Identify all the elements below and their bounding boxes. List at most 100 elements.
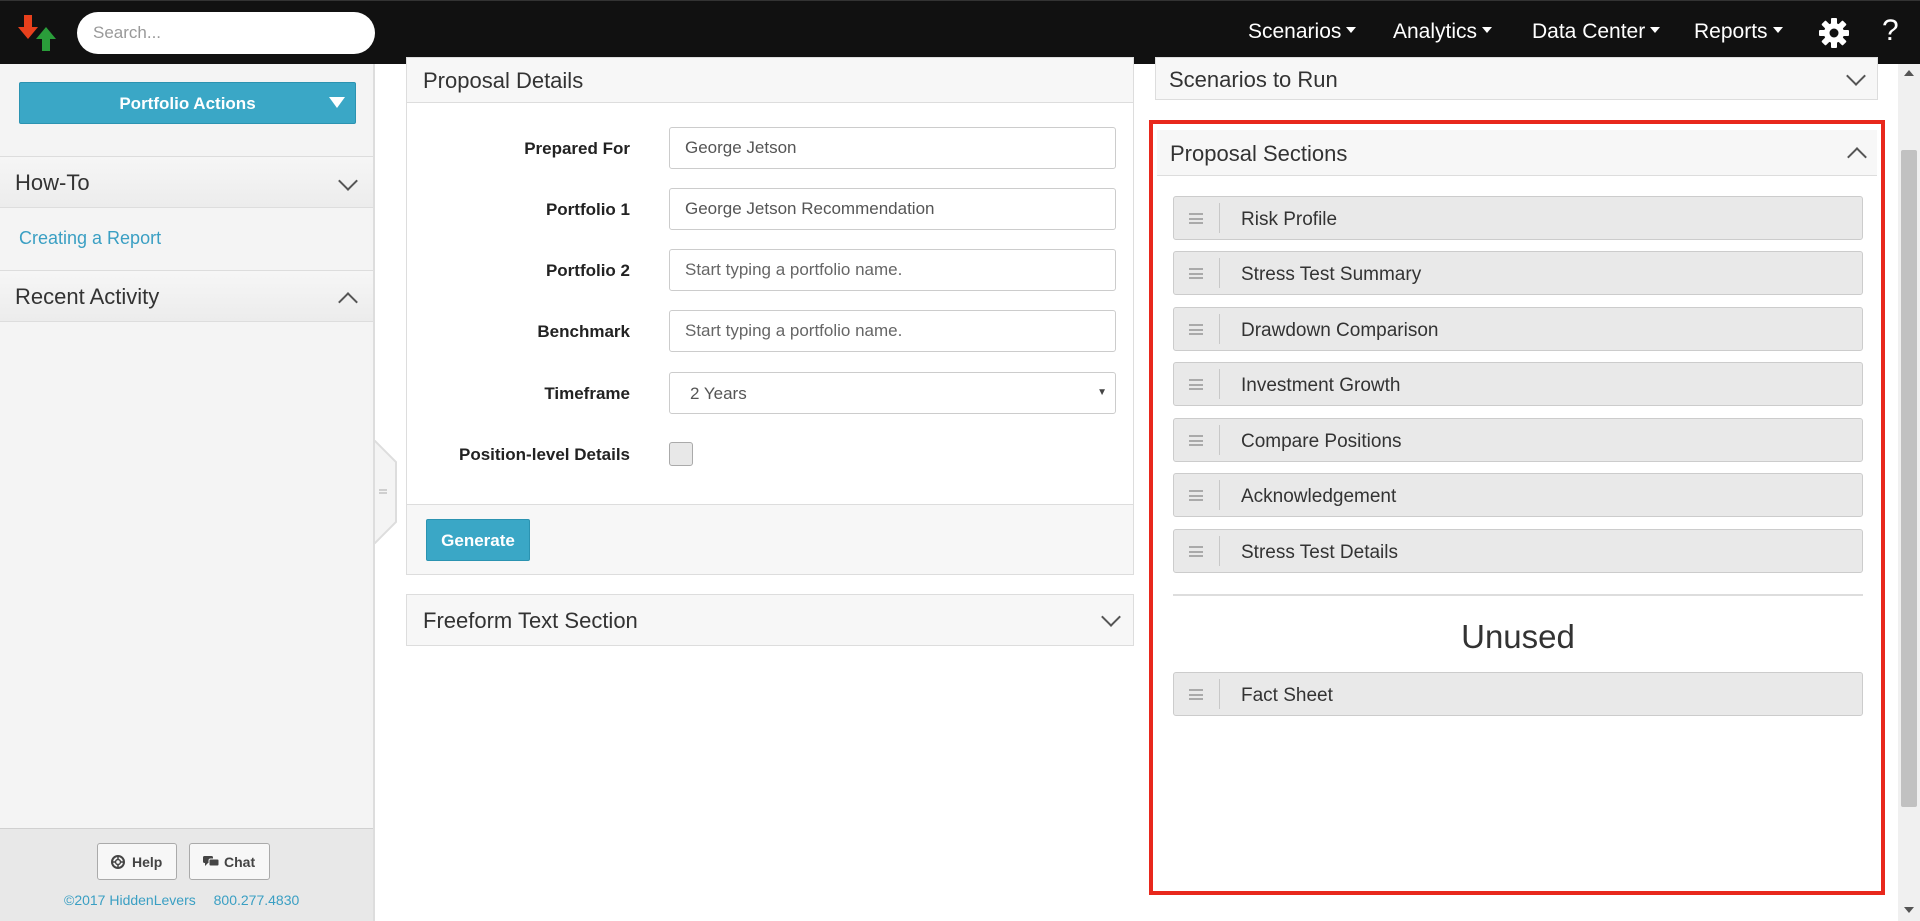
scenarios-to-run-header[interactable]: Scenarios to Run [1155, 57, 1878, 100]
chat-bubbles-icon [203, 856, 219, 867]
section-item-label: Stress Test Summary [1241, 264, 1422, 285]
portfolio-1-label: Portfolio 1 [545, 200, 630, 219]
page-scrollbar[interactable] [1898, 64, 1920, 921]
chat-button-label: Chat [224, 854, 256, 870]
position-level-details-checkbox[interactable] [669, 442, 693, 466]
drag-handle-icon[interactable] [1189, 689, 1203, 700]
creating-report-link[interactable]: Creating a Report [19, 228, 161, 249]
prepared-for-input[interactable] [669, 127, 1116, 169]
top-navbar: Scenarios Analytics Data Center Reports … [0, 0, 1920, 64]
dropdown-triangle-icon [329, 97, 345, 108]
scroll-down-arrow-icon[interactable] [1904, 907, 1914, 913]
timeframe-label: Timeframe [544, 384, 630, 403]
chevron-down-icon [338, 171, 358, 191]
drag-handle-icon[interactable] [1189, 435, 1203, 446]
drag-handle-icon[interactable] [1189, 379, 1203, 390]
howto-accordion-header[interactable]: How-To [0, 156, 373, 208]
scroll-up-arrow-icon[interactable] [1904, 70, 1914, 76]
freeform-title: Freeform Text Section [423, 608, 638, 633]
item-separator [1219, 203, 1220, 233]
howto-title: How-To [15, 170, 90, 195]
nav-reports[interactable]: Reports [1694, 20, 1783, 44]
item-separator [1219, 369, 1220, 399]
section-item-label: Acknowledgement [1241, 486, 1397, 507]
section-item-investment-growth[interactable]: Investment Growth [1173, 362, 1863, 406]
freeform-text-section-header[interactable]: Freeform Text Section [406, 594, 1134, 646]
section-item-acknowledgement[interactable]: Acknowledgement [1173, 473, 1863, 517]
timeframe-value: 2 Years [690, 384, 747, 403]
prepared-for-label: Prepared For [524, 139, 630, 158]
scrollbar-thumb[interactable] [1901, 150, 1917, 807]
section-item-fact-sheet[interactable]: Fact Sheet [1173, 672, 1863, 716]
gear-icon[interactable] [1818, 17, 1850, 49]
item-separator [1219, 679, 1220, 709]
generate-button[interactable]: Generate [426, 519, 530, 561]
item-separator [1219, 536, 1220, 566]
drag-handle-icon[interactable] [1189, 213, 1203, 224]
section-item-drawdown-comparison[interactable]: Drawdown Comparison [1173, 307, 1863, 351]
chevron-down-icon [1846, 66, 1866, 86]
caret-down-icon [1482, 27, 1493, 34]
section-item-stress-test-summary[interactable]: Stress Test Summary [1173, 251, 1863, 295]
proposal-details-title: Proposal Details [423, 68, 584, 93]
recent-activity-title: Recent Activity [15, 284, 160, 309]
generate-button-label: Generate [441, 531, 515, 550]
item-separator [1219, 425, 1220, 455]
question-icon[interactable]: ? [1882, 14, 1899, 48]
proposal-sections-header[interactable]: Proposal Sections [1157, 130, 1877, 176]
drag-handle-icon[interactable] [1189, 490, 1203, 501]
hiddenlevers-logo[interactable] [18, 13, 62, 53]
nav-analytics-label: Analytics [1393, 20, 1478, 43]
chevron-down-icon [1101, 607, 1121, 627]
help-button[interactable]: Help [97, 843, 177, 880]
help-button-label: Help [132, 854, 163, 870]
section-item-label: Fact Sheet [1241, 685, 1333, 706]
drag-handle-icon[interactable] [1189, 324, 1203, 335]
section-item-stress-test-details[interactable]: Stress Test Details [1173, 529, 1863, 573]
left-sidebar: Portfolio Actions How-To Creating a Repo… [0, 64, 375, 921]
nav-data-center-label: Data Center [1532, 20, 1646, 43]
position-level-details-label: Position-level Details [459, 445, 630, 464]
proposal-sections-panel: Proposal Sections Risk Profile Stress Te… [1149, 120, 1885, 895]
section-item-label: Investment Growth [1241, 375, 1401, 396]
proposal-details-header: Proposal Details [407, 58, 1133, 103]
nav-scenarios-label: Scenarios [1248, 20, 1342, 43]
chat-button[interactable]: Chat [189, 843, 270, 880]
section-item-label: Risk Profile [1241, 209, 1338, 230]
recent-activity-accordion-header[interactable]: Recent Activity [0, 270, 373, 322]
portfolio-actions-button[interactable]: Portfolio Actions [19, 82, 356, 124]
section-item-label: Compare Positions [1241, 431, 1402, 452]
benchmark-input[interactable] [669, 310, 1116, 352]
chevron-up-icon [338, 292, 358, 312]
copyright-line: ©2017 HiddenLevers 800.277.4830 [64, 892, 299, 908]
section-item-compare-positions[interactable]: Compare Positions [1173, 418, 1863, 462]
item-separator [1219, 480, 1220, 510]
caret-down-icon [1650, 27, 1661, 34]
portfolio-2-label: Portfolio 2 [545, 261, 630, 280]
caret-down-icon [1346, 27, 1357, 34]
portfolio-actions-label: Portfolio Actions [119, 94, 256, 113]
section-item-label: Drawdown Comparison [1241, 320, 1439, 341]
sidebar-collapse-handle[interactable] [374, 440, 398, 544]
nav-data-center[interactable]: Data Center [1532, 20, 1661, 44]
sidebar-footer: Help Chat ©2017 HiddenLevers 800.277.483… [0, 828, 373, 921]
portfolio-1-input[interactable] [669, 188, 1116, 230]
section-item-label: Stress Test Details [1241, 542, 1398, 563]
section-item-risk-profile[interactable]: Risk Profile [1173, 196, 1863, 240]
benchmark-label: Benchmark [537, 322, 630, 341]
search-input[interactable] [77, 12, 375, 54]
copyright-text: ©2017 HiddenLevers [64, 892, 196, 908]
nav-analytics[interactable]: Analytics [1393, 20, 1493, 44]
proposal-details-panel: Proposal Details Prepared For Portfolio … [406, 57, 1134, 575]
scenarios-to-run-title: Scenarios to Run [1169, 67, 1338, 92]
proposal-sections-title: Proposal Sections [1170, 141, 1348, 166]
nav-scenarios[interactable]: Scenarios [1248, 20, 1357, 44]
caret-down-icon [1772, 27, 1783, 34]
portfolio-2-input[interactable] [669, 249, 1116, 291]
nav-reports-label: Reports [1694, 20, 1768, 43]
drag-handle-icon[interactable] [1189, 268, 1203, 279]
drag-handle-icon[interactable] [1189, 546, 1203, 557]
item-separator [1219, 258, 1220, 288]
timeframe-select[interactable]: 2 Years ▼ [669, 372, 1116, 414]
phone-number[interactable]: 800.277.4830 [214, 892, 300, 908]
